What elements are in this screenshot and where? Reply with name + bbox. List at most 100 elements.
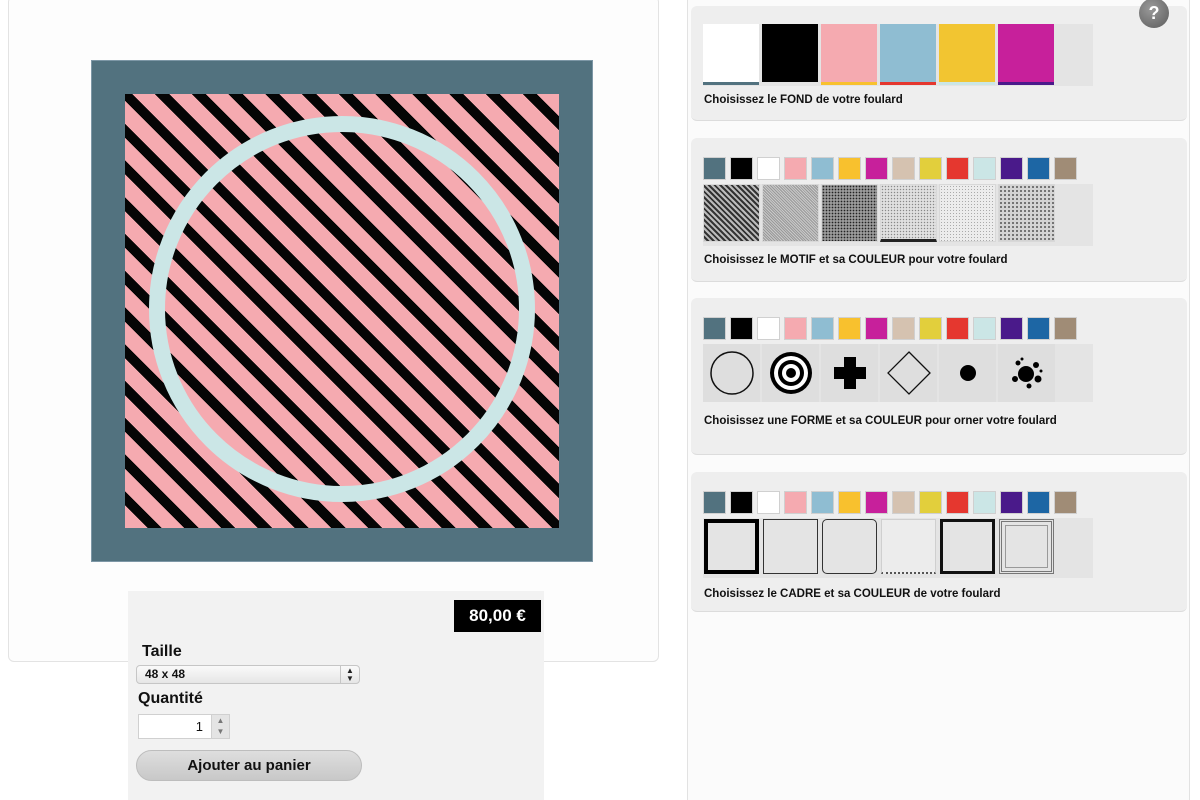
color-swatch[interactable] [784, 491, 807, 514]
motif-caption: Choisissez le MOTIF et sa COULEUR pour v… [704, 254, 1008, 266]
color-swatch[interactable] [865, 317, 888, 340]
color-swatch[interactable] [838, 491, 861, 514]
color-swatch[interactable] [865, 491, 888, 514]
color-swatch[interactable] [757, 491, 780, 514]
frame-option[interactable] [939, 518, 996, 575]
size-value: 48 x 48 [145, 667, 186, 681]
color-swatch[interactable] [973, 491, 996, 514]
frame-option[interactable] [703, 518, 760, 575]
frame-option[interactable] [998, 518, 1055, 575]
scarf-configurator: 80,00 € Taille 48 x 48 ▲ ▼ Quantité 1 ▲ ▼ … [0, 0, 1200, 800]
swatch-underline [703, 82, 759, 85]
circle-outline-icon [709, 351, 754, 395]
color-swatch[interactable] [784, 157, 807, 180]
color-swatch[interactable] [1027, 157, 1050, 180]
shape-option[interactable] [998, 344, 1055, 402]
swatch-underline [762, 82, 818, 85]
background-swatch[interactable] [703, 24, 759, 85]
checker-dots-pattern-option[interactable] [998, 184, 1055, 242]
scarf-preview [91, 60, 593, 562]
color-swatch[interactable] [892, 317, 915, 340]
color-swatch[interactable] [730, 157, 753, 180]
shape-option[interactable] [880, 344, 937, 402]
cross-icon [833, 357, 866, 389]
frame-option[interactable] [880, 518, 937, 575]
price-tag: 80,00 € [454, 600, 541, 632]
frame-swatch-tray [703, 518, 1093, 578]
color-swatch[interactable] [757, 317, 780, 340]
color-swatch[interactable] [946, 317, 969, 340]
add-to-cart-button[interactable]: Ajouter au panier [136, 750, 362, 781]
color-swatch[interactable] [1027, 317, 1050, 340]
color-swatch[interactable] [838, 317, 861, 340]
light-dots-pattern-option[interactable] [880, 184, 937, 242]
question-icon: ? [1148, 2, 1160, 23]
swatch-underline [998, 82, 1054, 85]
color-swatch[interactable] [919, 317, 942, 340]
size-select[interactable]: 48 x 48 ▲ ▼ [136, 665, 360, 684]
shape-option[interactable] [939, 344, 996, 402]
frame-option[interactable] [762, 518, 819, 575]
background-swatch[interactable] [998, 24, 1054, 85]
dot-icon [959, 365, 976, 381]
quantity-stepper[interactable]: 1 ▲ ▼ [138, 714, 230, 739]
color-swatch[interactable] [811, 157, 834, 180]
shape-option[interactable] [703, 344, 760, 402]
frame-option[interactable] [821, 518, 878, 575]
color-swatch[interactable] [730, 317, 753, 340]
background-swatch-tray [703, 24, 1093, 86]
fine-hatch-pattern-option[interactable] [762, 184, 819, 242]
color-swatch[interactable] [1000, 317, 1023, 340]
color-swatch[interactable] [973, 317, 996, 340]
color-swatch[interactable] [784, 317, 807, 340]
shape-option[interactable] [821, 344, 878, 402]
color-swatch[interactable] [1000, 157, 1023, 180]
color-swatch[interactable] [730, 491, 753, 514]
shape-swatch-tray [703, 344, 1093, 402]
color-swatch[interactable] [919, 491, 942, 514]
color-swatch[interactable] [865, 157, 888, 180]
color-swatch[interactable] [892, 157, 915, 180]
color-swatch[interactable] [919, 157, 942, 180]
quantity-value: 1 [195, 719, 203, 734]
color-swatch[interactable] [811, 317, 834, 340]
color-swatch[interactable] [703, 491, 726, 514]
shape-section: Choisissez une FORME et sa COULEUR pour … [691, 298, 1187, 455]
select-arrows-icon: ▲ ▼ [340, 666, 359, 683]
frame-section: Choisissez le CADRE et sa COULEUR de vot… [691, 472, 1187, 612]
color-swatch[interactable] [811, 491, 834, 514]
splatter-icon [1011, 357, 1042, 389]
preview-card [8, 0, 659, 662]
color-swatch[interactable] [973, 157, 996, 180]
background-swatch[interactable] [880, 24, 936, 85]
color-swatch[interactable] [703, 157, 726, 180]
frame-caption: Choisissez le CADRE et sa COULEUR de vot… [704, 588, 1001, 600]
background-caption: Choisissez le FOND de votre foulard [704, 94, 903, 106]
color-swatch[interactable] [703, 317, 726, 340]
shape-caption: Choisissez une FORME et sa COULEUR pour … [704, 415, 1057, 427]
color-swatch[interactable] [838, 157, 861, 180]
medium-frame-icon [940, 519, 995, 574]
color-swatch[interactable] [757, 157, 780, 180]
color-swatch[interactable] [1054, 317, 1077, 340]
purchase-panel: 80,00 € Taille 48 x 48 ▲ ▼ Quantité 1 ▲ ▼ … [128, 591, 544, 800]
color-swatch[interactable] [1000, 491, 1023, 514]
background-swatch[interactable] [939, 24, 995, 85]
background-swatch[interactable] [762, 24, 818, 85]
color-swatch[interactable] [946, 157, 969, 180]
color-swatch[interactable] [946, 491, 969, 514]
double-frame-icon [999, 519, 1054, 574]
dense-dots-pattern-option[interactable] [821, 184, 878, 242]
color-swatch[interactable] [1054, 157, 1077, 180]
motif-section: Choisissez le MOTIF et sa COULEUR pour v… [691, 138, 1187, 282]
spinner-arrows-icon[interactable]: ▲ ▼ [211, 715, 229, 738]
background-swatch[interactable] [821, 24, 877, 85]
very-fine-dots-pattern-option[interactable] [939, 184, 996, 242]
diagonal-stripes-pattern-option[interactable] [703, 184, 760, 242]
shape-option[interactable] [762, 344, 819, 402]
color-swatch[interactable] [892, 491, 915, 514]
color-swatch[interactable] [1054, 491, 1077, 514]
color-swatch[interactable] [1027, 491, 1050, 514]
swatch-underline [939, 82, 995, 85]
target-icon [769, 352, 812, 394]
